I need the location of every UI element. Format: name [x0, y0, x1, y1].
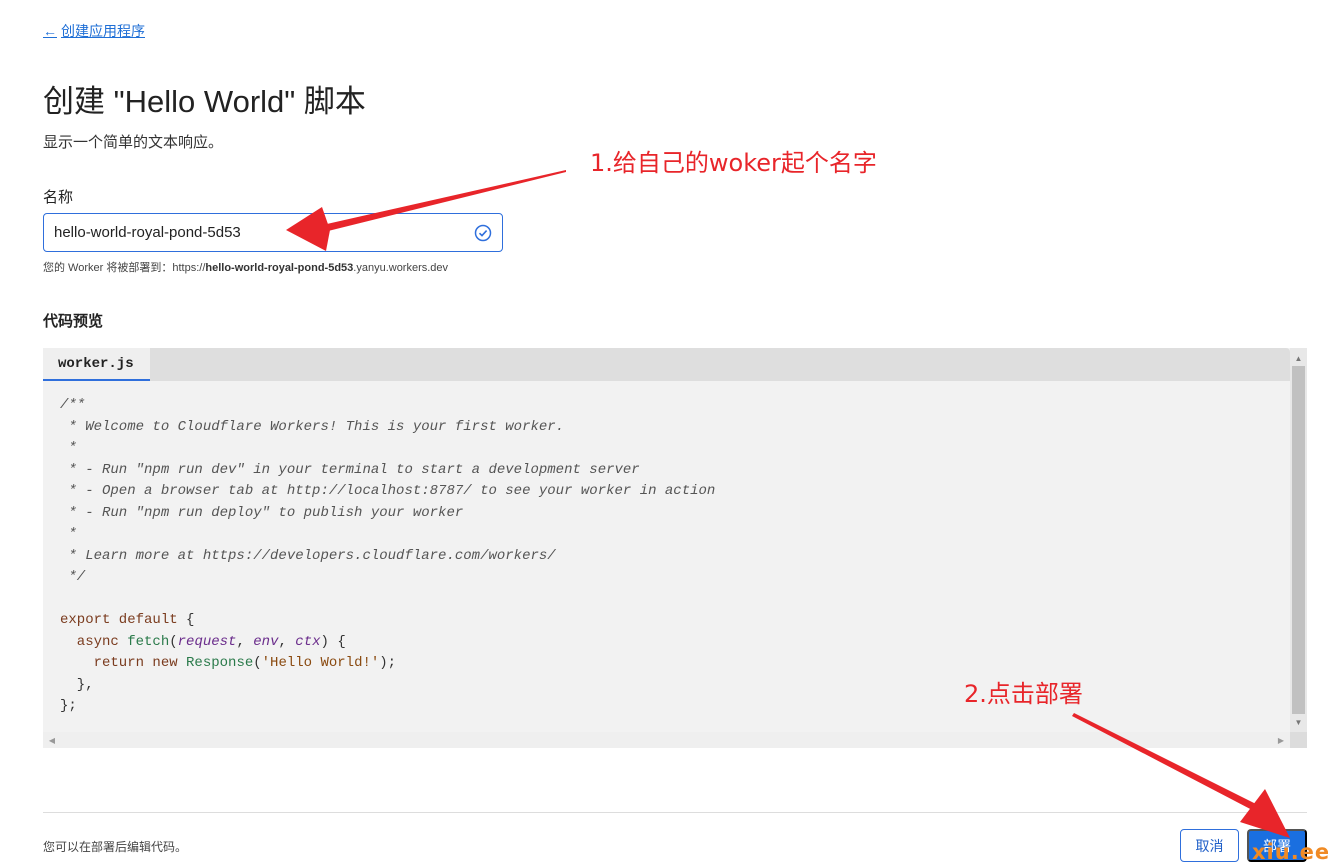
code-line: * - Run "npm run dev" in your terminal t… [60, 461, 640, 478]
deploy-hint-suffix: .yanyu.workers.dev [353, 262, 449, 274]
editor-tabbar: worker.js [43, 348, 1290, 381]
code-token: ) { [320, 633, 346, 650]
deploy-hint-subdomain: hello-world-royal-pond-5d53 [205, 262, 354, 274]
annotation-step-2: 2.点击部署 [964, 680, 1083, 708]
code-token: return new [60, 655, 187, 671]
page-title: 创建 "Hello World" 脚本 [43, 84, 366, 119]
code-line: }, [60, 676, 94, 693]
code-token: ( [169, 633, 178, 650]
scroll-right-icon[interactable]: ▶ [1274, 732, 1288, 748]
code-token: request [177, 633, 237, 650]
code-token: ctx [295, 633, 321, 650]
scroll-down-icon[interactable]: ▼ [1290, 714, 1307, 730]
cancel-button[interactable]: 取消 [1180, 829, 1239, 862]
vertical-scrollbar[interactable]: ▲ ▼ [1290, 348, 1307, 732]
annotation-step-1: 1.给自己的woker起个名字 [590, 149, 877, 177]
code-token: ( [253, 655, 262, 671]
code-token: ); [379, 655, 397, 671]
code-token: async [60, 633, 128, 650]
name-input[interactable] [54, 224, 474, 241]
footer-note: 您可以在部署后编辑代码。 [43, 840, 188, 854]
scroll-left-icon[interactable]: ◀ [45, 732, 59, 748]
code-token: env [253, 633, 279, 650]
code-token: { [177, 612, 195, 628]
check-circle-icon [474, 224, 492, 241]
code-line: * Learn more at https://developers.cloud… [60, 547, 556, 564]
horizontal-scrollbar[interactable]: ◀ ▶ [43, 732, 1290, 748]
code-token: Response [186, 655, 254, 671]
name-field[interactable] [43, 213, 503, 252]
deploy-url-hint: 您的 Worker 将被部署到：https://hello-world-roya… [43, 259, 448, 275]
back-link-label: 创建应用程序 [61, 23, 145, 39]
back-link[interactable]: ← 创建应用程序 [43, 21, 145, 41]
code-token: , [278, 633, 296, 650]
deploy-hint-prefix: 您的 Worker 将被部署到：https:// [43, 262, 206, 274]
code-token: export default [60, 612, 178, 628]
footer-divider [43, 812, 1307, 813]
name-label: 名称 [43, 189, 74, 206]
code-line: */ [60, 569, 86, 585]
code-line: /** [60, 397, 86, 413]
code-line: * - Open a browser tab at http://localho… [60, 483, 716, 499]
scrollbar-thumb[interactable] [1292, 366, 1305, 714]
code-line: }; [60, 698, 77, 714]
code-line: * Welcome to Cloudflare Workers! This is… [60, 418, 565, 435]
tab-worker-js[interactable]: worker.js [43, 348, 150, 381]
code-token: 'Hello World!' [261, 655, 380, 671]
code-line: * [60, 440, 77, 456]
scrollbar-corner [1290, 732, 1307, 748]
code-token: , [236, 633, 254, 650]
code-line: * [60, 526, 77, 542]
page-subtitle: 显示一个简单的文本响应。 [43, 134, 224, 151]
code-token: fetch [127, 633, 170, 650]
watermark: xiu.ee [1252, 840, 1328, 864]
code-editor[interactable]: worker.js /** * Welcome to Cloudflare Wo… [43, 348, 1307, 748]
code-line: * - Run "npm run deploy" to publish your… [60, 504, 464, 521]
code-preview-label: 代码预览 [43, 313, 104, 330]
scroll-up-icon[interactable]: ▲ [1290, 350, 1307, 366]
code-content: /** * Welcome to Cloudflare Workers! Thi… [60, 395, 715, 718]
arrow-left-icon: ← [43, 23, 57, 39]
